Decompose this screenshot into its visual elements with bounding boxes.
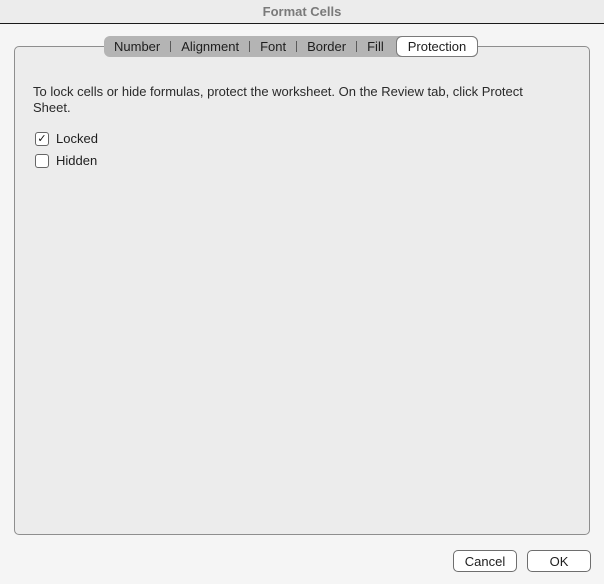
tab-number[interactable]: Number	[104, 36, 170, 57]
window-title: Format Cells	[262, 4, 342, 19]
hidden-label: Hidden	[56, 153, 98, 168]
tab-font[interactable]: Font	[250, 36, 296, 57]
locked-label: Locked	[56, 131, 98, 146]
tab-alignment[interactable]: Alignment	[171, 36, 249, 57]
hidden-option[interactable]: Hidden	[35, 153, 97, 168]
ok-button[interactable]: OK	[527, 550, 591, 572]
tab-fill[interactable]: Fill	[357, 36, 394, 57]
hidden-checkbox[interactable]	[35, 153, 49, 168]
title-bar: Format Cells	[0, 0, 604, 24]
protection-description: To lock cells or hide formulas, protect …	[33, 84, 523, 115]
tab-protection[interactable]: Protection	[395, 36, 479, 57]
locked-option[interactable]: ✓ Locked	[35, 131, 98, 146]
tab-content-panel	[14, 46, 590, 535]
tab-border[interactable]: Border	[297, 36, 356, 57]
locked-checkbox[interactable]: ✓	[35, 131, 49, 146]
cancel-button[interactable]: Cancel	[453, 550, 517, 572]
tab-bar: Number Alignment Font Border Fill Protec…	[104, 36, 479, 57]
